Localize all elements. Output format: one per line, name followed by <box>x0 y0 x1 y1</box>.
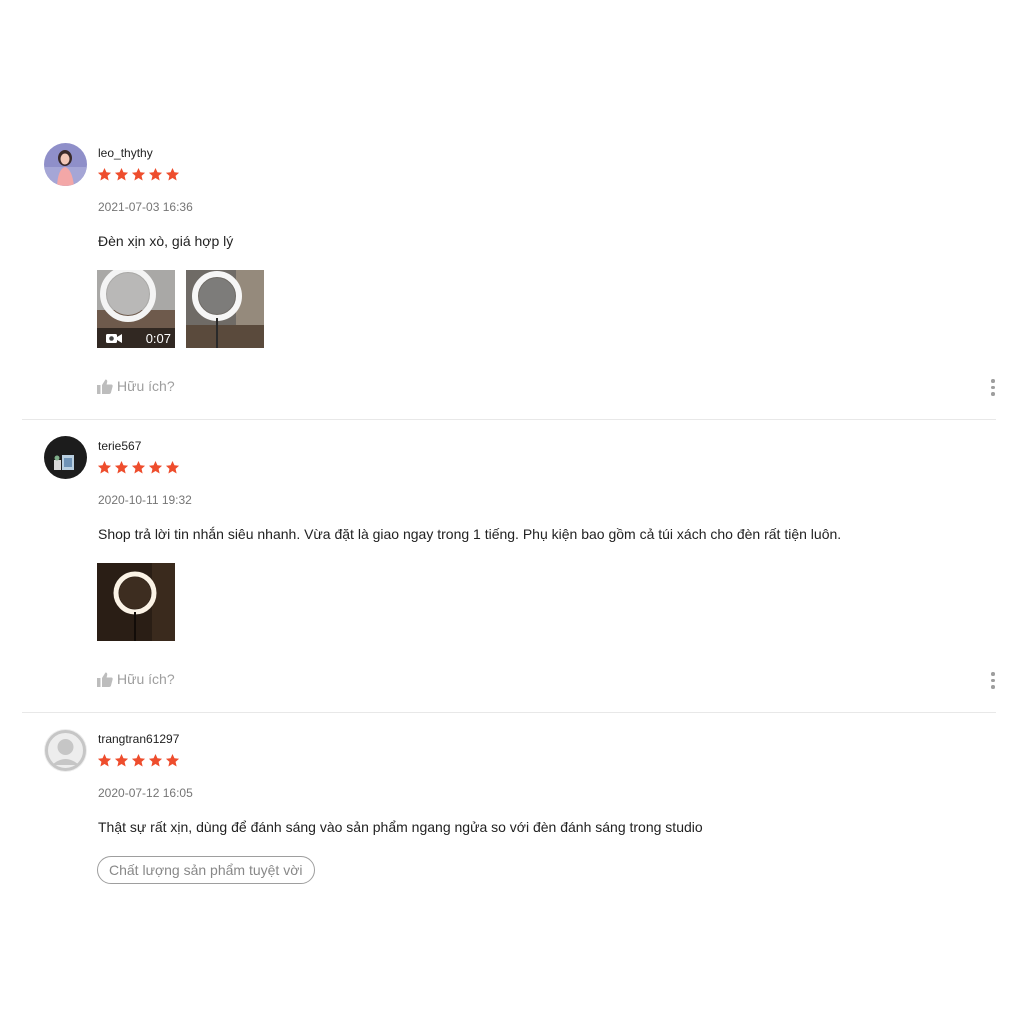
review-comment: Shop trả lời tin nhắn siêu nhanh. Vừa đặ… <box>98 526 842 542</box>
reviewer-username[interactable]: trangtran61297 <box>98 732 179 746</box>
star-icon <box>97 460 112 474</box>
thumbs-up-icon <box>97 379 113 394</box>
star-icon <box>97 167 112 181</box>
thumbs-up-icon <box>97 672 113 687</box>
avatar[interactable] <box>44 436 87 479</box>
reviewer-username[interactable]: leo_thythy <box>98 146 153 160</box>
star-icon <box>148 460 163 474</box>
helpful-label: Hữu ích? <box>117 378 175 394</box>
rating-stars <box>97 460 180 475</box>
star-icon <box>114 460 129 474</box>
reviewer-username[interactable]: terie567 <box>98 439 141 453</box>
review-tag[interactable]: Chất lượng sản phẩm tuyệt vời <box>97 856 315 884</box>
star-icon <box>131 167 146 181</box>
review-media: 0:07 <box>97 270 264 348</box>
star-icon <box>148 753 163 767</box>
more-options-icon[interactable] <box>990 672 996 689</box>
review-comment: Thật sự rất xịn, dùng để đánh sáng vào s… <box>98 819 703 835</box>
review-item: trangtran61297 2020-07-12 16:05 Thật sự … <box>22 729 996 899</box>
star-icon <box>131 460 146 474</box>
review-item: terie567 2020-10-11 19:32 Shop trả lời t… <box>22 436 996 713</box>
star-icon <box>165 753 180 767</box>
star-icon <box>148 167 163 181</box>
video-thumbnail[interactable]: 0:07 <box>97 270 175 348</box>
rating-stars <box>97 753 180 768</box>
helpful-label: Hữu ích? <box>117 671 175 687</box>
avatar[interactable] <box>44 729 87 772</box>
video-overlay: 0:07 <box>97 328 175 348</box>
more-options-icon[interactable] <box>990 379 996 396</box>
review-image[interactable] <box>186 270 264 348</box>
rating-stars <box>97 167 180 182</box>
review-item: leo_thythy 2021-07-03 16:36 Đèn xịn xò, … <box>22 143 996 420</box>
helpful-button[interactable]: Hữu ích? <box>97 671 175 687</box>
avatar[interactable] <box>44 143 87 186</box>
helpful-button[interactable]: Hữu ích? <box>97 378 175 394</box>
star-icon <box>97 753 112 767</box>
star-icon <box>165 167 180 181</box>
review-comment: Đèn xịn xò, giá hợp lý <box>98 233 234 249</box>
star-icon <box>114 167 129 181</box>
star-icon <box>114 753 129 767</box>
star-icon <box>131 753 146 767</box>
review-media <box>97 563 175 641</box>
review-timestamp: 2021-07-03 16:36 <box>98 200 193 214</box>
star-icon <box>165 460 180 474</box>
review-timestamp: 2020-10-11 19:32 <box>98 493 192 507</box>
review-timestamp: 2020-07-12 16:05 <box>98 786 193 800</box>
video-duration: 0:07 <box>145 331 171 346</box>
review-image[interactable] <box>97 563 175 641</box>
video-camera-icon <box>106 334 122 343</box>
